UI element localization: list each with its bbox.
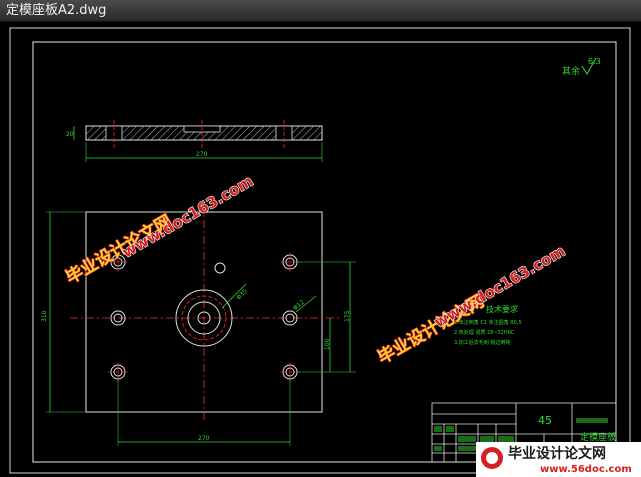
cad-viewport[interactable]: 其余 6.3 20 270 Φ35 Φ12 310 175 100 270 技术… xyxy=(0,22,641,477)
tech-title: 技术要求 xyxy=(486,304,518,314)
dim-hole-diameter: Φ12 xyxy=(292,299,306,312)
dim-right-v2: 100 xyxy=(324,338,331,350)
dim-left-height: 310 xyxy=(41,310,48,322)
section-view: 20 270 xyxy=(66,120,323,162)
part-name: 定模座板 xyxy=(580,431,616,443)
dim-bottom-width: 270 xyxy=(198,435,210,442)
dim-top-width: 270 xyxy=(196,151,208,158)
tech-line-3: 3.加工后去毛刺 锐边倒钝 xyxy=(454,339,510,346)
window-title-bar: 定模座板A2.dwg xyxy=(0,0,641,22)
dim-center-diameter: Φ35 xyxy=(235,288,249,302)
tech-line-2: 2.热处理 调质 28~32HRC xyxy=(454,329,515,336)
watermark-right-url: www.doc163.com xyxy=(431,242,568,332)
watermark-right: 毕业设计论文网 www.doc163.com xyxy=(373,241,568,369)
logo-cn: 毕业设计论文网 xyxy=(508,445,606,462)
material-text: 45 xyxy=(538,414,552,427)
roughness-symbol: 其余 6.3 xyxy=(562,57,601,77)
site-logo: 毕业设计论文网 www.56doc.com xyxy=(476,442,641,477)
window-title: 定模座板A2.dwg xyxy=(6,3,107,18)
watermark-left-url: www.doc163.com xyxy=(119,172,256,262)
dim-right-v1: 175 xyxy=(344,310,351,322)
dim-top-height: 20 xyxy=(66,131,74,138)
logo-url: www.56doc.com xyxy=(540,464,632,475)
plan-view: Φ35 Φ12 310 175 100 270 xyxy=(41,204,356,446)
roughness-note: 其余 xyxy=(562,65,580,77)
watermark-left: 毕业设计论文网 www.doc163.com xyxy=(61,171,256,289)
roughness-value: 6.3 xyxy=(588,57,601,66)
